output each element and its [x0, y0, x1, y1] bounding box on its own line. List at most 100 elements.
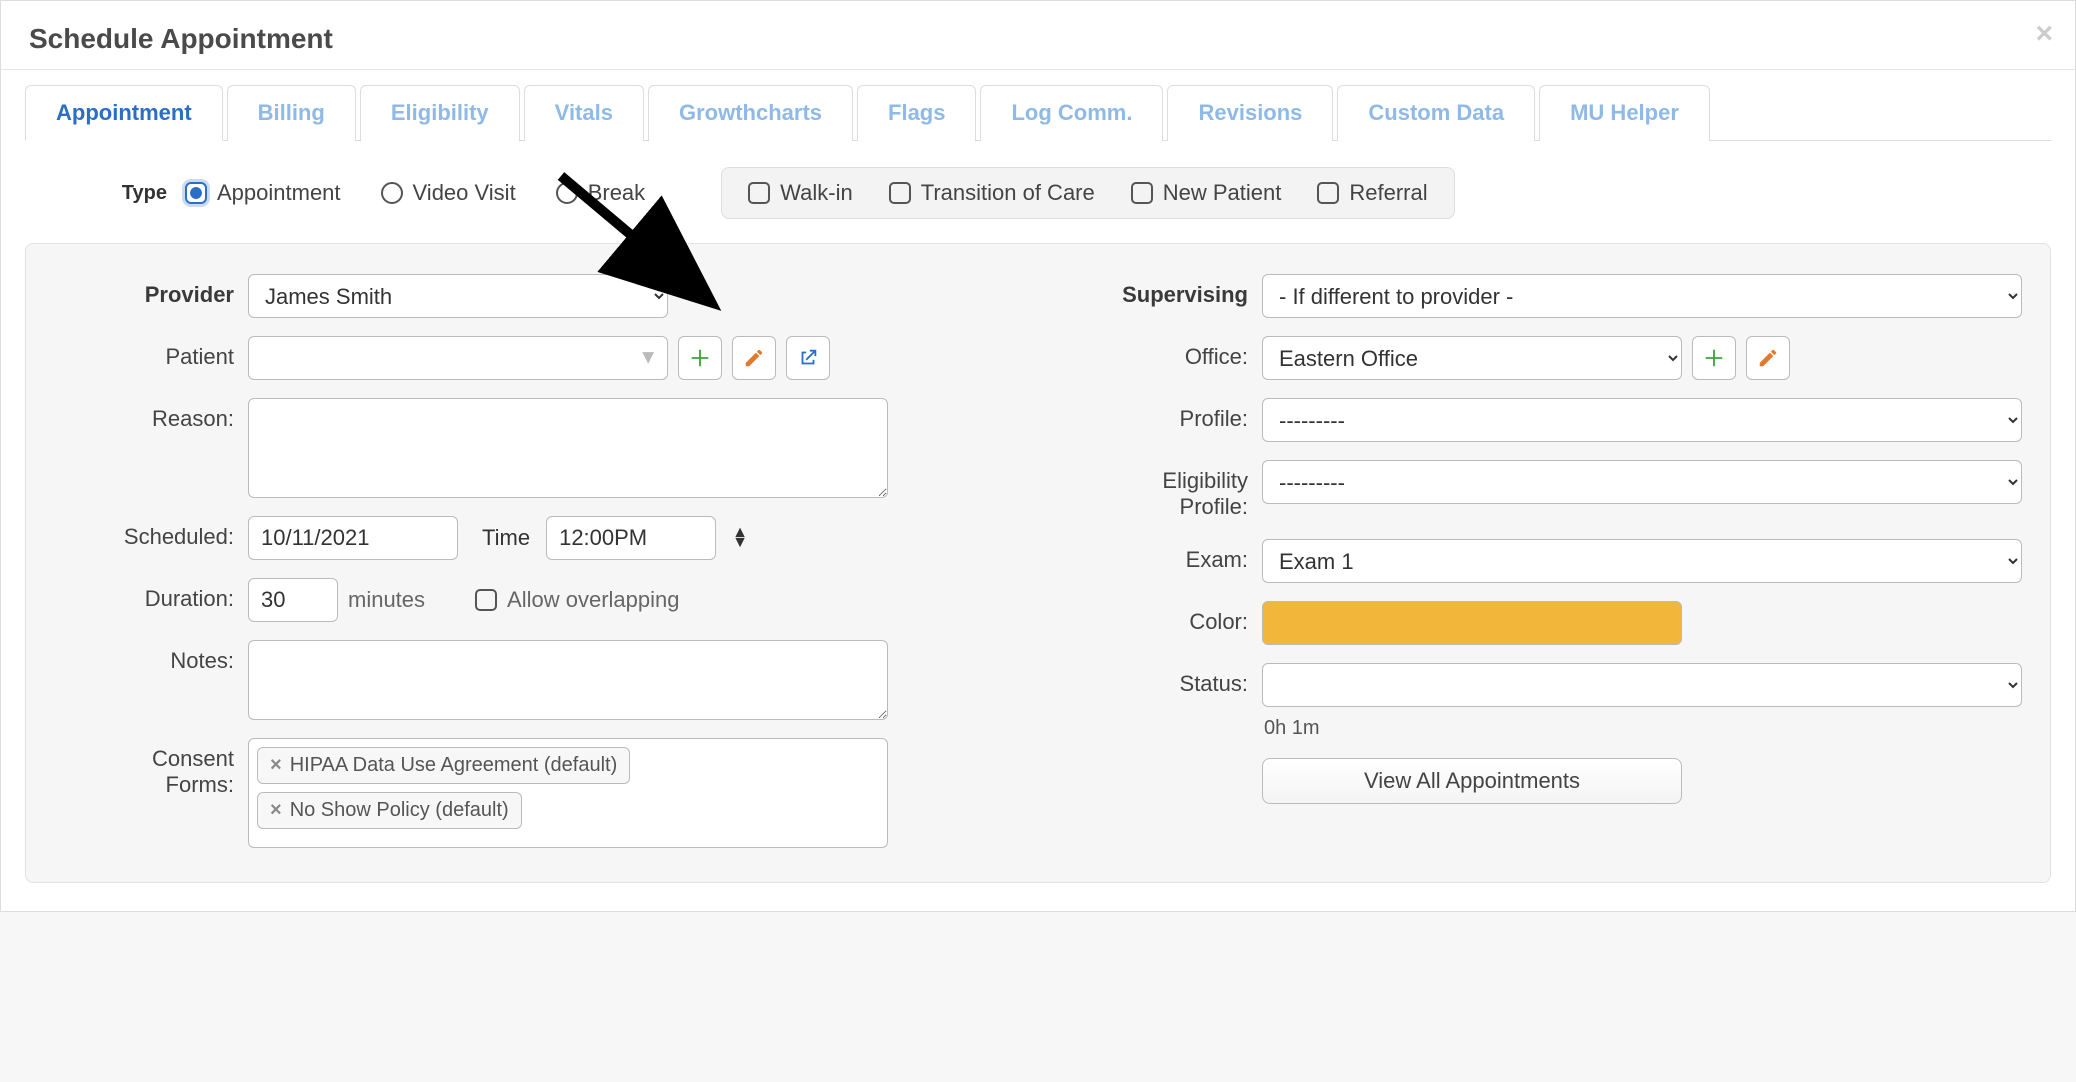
tab-growthcharts[interactable]: Growthcharts [648, 85, 853, 141]
tab-appointment[interactable]: Appointment [25, 85, 223, 141]
radio-icon [185, 182, 207, 204]
exam-select[interactable]: Exam 1 [1262, 539, 2022, 583]
tab-custom-data[interactable]: Custom Data [1337, 85, 1535, 141]
reason-row: Reason: [54, 398, 1008, 498]
modal-header: Schedule Appointment × [1, 1, 2075, 70]
add-patient-button[interactable] [678, 336, 722, 380]
type-radio-video-visit[interactable]: Video Visit [381, 180, 516, 206]
checkbox-label: Referral [1349, 180, 1427, 206]
share-icon [797, 347, 819, 369]
open-patient-button[interactable] [786, 336, 830, 380]
view-all-appointments-button[interactable]: View All Appointments [1262, 758, 1682, 804]
profile-label: Profile: [1068, 398, 1248, 432]
checkbox-icon [1131, 182, 1153, 204]
consent-tag-box[interactable]: ×HIPAA Data Use Agreement (default) ×No S… [248, 738, 888, 848]
scheduled-time-input[interactable] [546, 516, 716, 560]
supervising-select[interactable]: - If different to provider - [1262, 274, 2022, 318]
checkbox-label: New Patient [1163, 180, 1282, 206]
attr-check-new-patient[interactable]: New Patient [1131, 180, 1282, 206]
patient-input[interactable] [248, 336, 668, 380]
tab-eligibility[interactable]: Eligibility [360, 85, 520, 141]
color-row: Color: [1068, 601, 2022, 645]
remove-tag-icon[interactable]: × [270, 754, 282, 777]
profile-select[interactable]: --------- [1262, 398, 2022, 442]
attr-check-walk-in[interactable]: Walk-in [748, 180, 853, 206]
tab-bar: AppointmentBillingEligibilityVitalsGrowt… [25, 84, 2051, 141]
eligibility-profile-label: EligibilityProfile: [1068, 460, 1248, 521]
close-icon[interactable]: × [2035, 19, 2053, 49]
type-radio-appointment[interactable]: Appointment [185, 180, 341, 206]
scheduled-row: Scheduled: Time ▲ ▼ [54, 516, 1008, 560]
checkbox-icon [748, 182, 770, 204]
checkbox-icon [1317, 182, 1339, 204]
supervising-row: Supervising - If different to provider - [1068, 274, 2022, 318]
allow-overlap-checkbox[interactable] [475, 589, 497, 611]
modal-title: Schedule Appointment [29, 23, 333, 54]
consent-label: ConsentForms: [54, 738, 234, 799]
exam-label: Exam: [1068, 539, 1248, 573]
status-select[interactable] [1262, 663, 2022, 707]
plus-icon [1703, 347, 1725, 369]
pencil-icon [1757, 347, 1779, 369]
edit-patient-button[interactable] [732, 336, 776, 380]
view-all-row: View All Appointments [1068, 758, 2022, 804]
checkbox-label: Walk-in [780, 180, 853, 206]
tab-flags[interactable]: Flags [857, 85, 976, 141]
edit-office-button[interactable] [1746, 336, 1790, 380]
time-stepper[interactable]: ▲ ▼ [732, 528, 748, 548]
duration-input[interactable] [248, 578, 338, 622]
patient-label: Patient [54, 336, 234, 370]
tab-revisions[interactable]: Revisions [1167, 85, 1333, 141]
status-label: Status: [1068, 663, 1248, 697]
eligibility-profile-select[interactable]: --------- [1262, 460, 2022, 504]
modal-body: AppointmentBillingEligibilityVitalsGrowt… [1, 70, 2075, 911]
radio-icon [381, 182, 403, 204]
tab-vitals[interactable]: Vitals [524, 85, 644, 141]
consent-tag[interactable]: ×No Show Policy (default) [257, 792, 522, 829]
duration-unit: minutes [348, 587, 425, 613]
status-row: Status: 0h 1m [1068, 663, 2022, 740]
duration-label: Duration: [54, 578, 234, 612]
attribute-checkbox-group: Walk-in Transition of Care New Patient Refe… [721, 167, 1454, 219]
remove-tag-icon[interactable]: × [270, 799, 282, 822]
type-radio-break[interactable]: Break [556, 180, 645, 206]
checkbox-label: Transition of Care [921, 180, 1095, 206]
consent-row: ConsentForms: ×HIPAA Data Use Agreement … [54, 738, 1008, 848]
type-label: Type [122, 182, 185, 205]
tab-billing[interactable]: Billing [227, 85, 356, 141]
attr-check-transition-of-care[interactable]: Transition of Care [889, 180, 1095, 206]
office-label: Office: [1068, 336, 1248, 370]
scheduled-date-input[interactable] [248, 516, 458, 560]
type-row: Type Appointment Video Visit Break Walk-in… [25, 141, 2051, 243]
duration-row: Duration: minutes Allow overlapping [54, 578, 1008, 622]
schedule-appointment-modal: Schedule Appointment × AppointmentBillin… [0, 0, 2076, 912]
office-select[interactable]: Eastern Office [1262, 336, 1682, 380]
provider-row: Provider James Smith [54, 274, 1008, 318]
tab-log-comm-[interactable]: Log Comm. [980, 85, 1163, 141]
office-row: Office: Eastern Office [1068, 336, 2022, 380]
tab-mu-helper[interactable]: MU Helper [1539, 85, 1710, 141]
chevron-down-icon[interactable]: ▼ [732, 538, 748, 548]
color-swatch[interactable] [1262, 601, 1682, 645]
checkbox-icon [889, 182, 911, 204]
notes-textarea[interactable] [248, 640, 888, 720]
allow-overlap-label: Allow overlapping [507, 587, 679, 613]
radio-icon [556, 182, 578, 204]
attr-check-referral[interactable]: Referral [1317, 180, 1427, 206]
provider-select[interactable]: James Smith [248, 274, 668, 318]
reason-textarea[interactable] [248, 398, 888, 498]
consent-tag[interactable]: ×HIPAA Data Use Agreement (default) [257, 747, 630, 784]
add-office-button[interactable] [1692, 336, 1736, 380]
profile-row: Profile: --------- [1068, 398, 2022, 442]
form-panel: Provider James Smith Patient ▼ [25, 243, 2051, 883]
provider-label: Provider [54, 274, 234, 308]
radio-label: Video Visit [413, 180, 516, 206]
exam-row: Exam: Exam 1 [1068, 539, 2022, 583]
supervising-label: Supervising [1068, 274, 1248, 308]
right-column: Supervising - If different to provider -… [1068, 274, 2022, 848]
notes-row: Notes: [54, 640, 1008, 720]
scheduled-label: Scheduled: [54, 516, 234, 550]
radio-label: Appointment [217, 180, 341, 206]
radio-label: Break [588, 180, 645, 206]
time-label: Time [482, 525, 530, 551]
